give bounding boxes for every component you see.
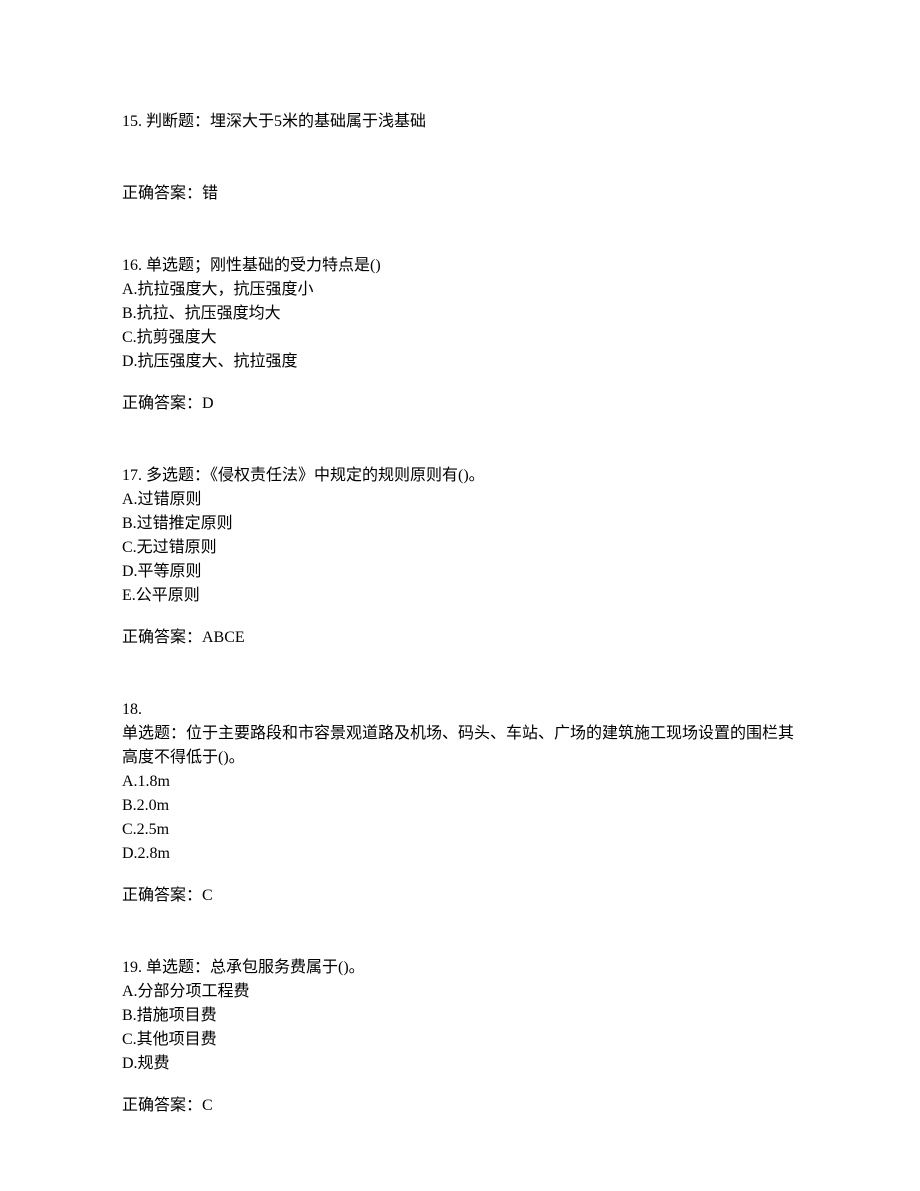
answer-text: 正确答案：ABCE xyxy=(122,626,798,650)
answer-text: 正确答案：C xyxy=(122,1094,798,1118)
question-18: 18. 单选题：位于主要路段和市容景观道路及机场、码头、车站、广场的建筑施工现场… xyxy=(122,698,798,908)
question-prompt: 15. 判断题：埋深大于5米的基础属于浅基础 xyxy=(122,110,798,134)
question-prompt: 单选题：位于主要路段和市容景观道路及机场、码头、车站、广场的建筑施工现场设置的围… xyxy=(122,722,798,770)
option-a: A.过错原则 xyxy=(122,488,798,512)
question-16: 16. 单选题；刚性基础的受力特点是() A.抗拉强度大，抗压强度小 B.抗拉、… xyxy=(122,254,798,416)
option-d: D.规费 xyxy=(122,1052,798,1076)
option-a: A.1.8m xyxy=(122,770,798,794)
option-d: D.平等原则 xyxy=(122,560,798,584)
question-17: 17. 多选题：《侵权责任法》中规定的规则原则有()。 A.过错原则 B.过错推… xyxy=(122,464,798,650)
option-c: C.2.5m xyxy=(122,818,798,842)
answer-text: 正确答案：错 xyxy=(122,182,798,206)
question-prompt: 17. 多选题：《侵权责任法》中规定的规则原则有()。 xyxy=(122,464,798,488)
option-a: A.抗拉强度大，抗压强度小 xyxy=(122,278,798,302)
question-19: 19. 单选题：总承包服务费属于()。 A.分部分项工程费 B.措施项目费 C.… xyxy=(122,956,798,1118)
option-c: C.其他项目费 xyxy=(122,1028,798,1052)
answer-text: 正确答案：D xyxy=(122,392,798,416)
option-b: B.过错推定原则 xyxy=(122,512,798,536)
option-c: C.抗剪强度大 xyxy=(122,326,798,350)
option-d: D.2.8m xyxy=(122,842,798,866)
question-15: 15. 判断题：埋深大于5米的基础属于浅基础 正确答案：错 xyxy=(122,110,798,206)
option-a: A.分部分项工程费 xyxy=(122,980,798,1004)
option-d: D.抗压强度大、抗拉强度 xyxy=(122,350,798,374)
option-b: B.措施项目费 xyxy=(122,1004,798,1028)
question-prompt: 16. 单选题；刚性基础的受力特点是() xyxy=(122,254,798,278)
option-b: B.抗拉、抗压强度均大 xyxy=(122,302,798,326)
question-prompt: 19. 单选题：总承包服务费属于()。 xyxy=(122,956,798,980)
answer-text: 正确答案：C xyxy=(122,884,798,908)
option-e: E.公平原则 xyxy=(122,584,798,608)
question-number: 18. xyxy=(122,698,798,722)
option-b: B.2.0m xyxy=(122,794,798,818)
option-c: C.无过错原则 xyxy=(122,536,798,560)
